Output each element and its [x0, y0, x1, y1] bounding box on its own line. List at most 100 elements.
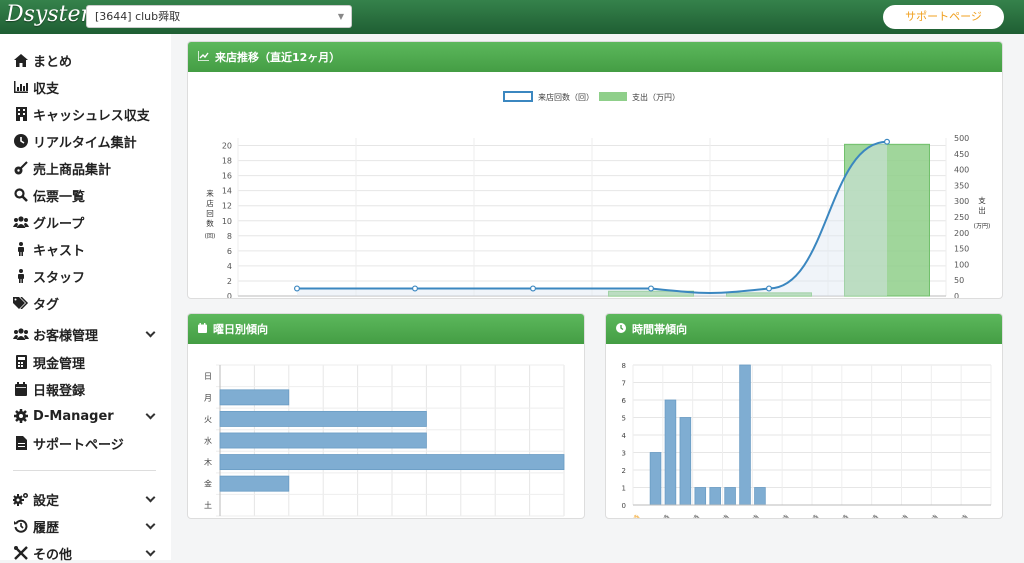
timeband-bar	[679, 417, 692, 506]
sidebar-item-label: 収支	[33, 81, 60, 97]
legend-swatch-visits	[503, 91, 533, 102]
y-tick-label-left: 2	[227, 277, 232, 286]
sidebar-item-sales-items[interactable]: 売上商品集計	[13, 158, 158, 178]
timeband-bar	[649, 452, 662, 506]
sidebar-item-d-manager[interactable]: D-Manager	[13, 406, 158, 426]
sidebar-item-cash[interactable]: 現金管理	[13, 352, 158, 372]
sidebar-item-label: 現金管理	[33, 356, 86, 372]
y-tick-label: 0	[622, 502, 626, 510]
home-icon	[13, 52, 29, 68]
x-tick-label: 16時	[686, 514, 702, 519]
sidebar-item-other[interactable]: その他	[13, 543, 158, 563]
weekday-bar	[219, 475, 290, 492]
timeband-bar	[754, 487, 766, 506]
sidebar-item-staff[interactable]: スタッフ	[13, 266, 158, 286]
y-tick-label: 7	[622, 380, 626, 388]
sidebar-item-group[interactable]: グループ	[13, 212, 158, 232]
y-tick-label-left: 4	[227, 262, 232, 271]
y-tick-label-right: 300	[954, 197, 969, 206]
sidebar-item-label: サポートページ	[33, 437, 124, 453]
x-tick-label: 8時	[927, 514, 940, 519]
sidebar-item-label: リアルタイム集計	[33, 135, 137, 151]
sidebar-item-customers[interactable]: お客様管理	[13, 324, 158, 344]
y-axis-title-right: 支	[978, 195, 986, 205]
legend-swatch-spend	[599, 92, 627, 101]
weekday-bar	[219, 389, 290, 406]
visits-point	[412, 285, 419, 292]
visits-point	[293, 285, 300, 292]
y-tick-label-left: 6	[227, 247, 232, 256]
timeband-bar	[709, 487, 721, 506]
sidebar-item-label: 設定	[33, 493, 60, 509]
sidebar-item-label: 伝票一覧	[33, 189, 86, 205]
y-tick-label: 8	[622, 362, 626, 370]
y-tick-label-left: 16	[222, 172, 232, 181]
caret-down-icon: ▼	[337, 12, 344, 21]
y-tick-label-left: 14	[222, 187, 232, 196]
sidebar-item-label: キャスト	[33, 243, 86, 259]
panel-title: 来店推移（直近12ヶ月）	[215, 51, 341, 64]
person-icon	[13, 241, 29, 257]
calculator-icon	[13, 354, 29, 370]
chevron-down-icon	[145, 546, 156, 557]
y-tick-label-left: 20	[222, 142, 232, 151]
sidebar-divider	[13, 470, 156, 471]
legend-label-spend: 支出（万円）	[632, 92, 680, 102]
y-tick-label: 1	[622, 485, 626, 493]
y-tick-label-right: 450	[954, 150, 969, 159]
x-tick-label: 20時	[746, 514, 762, 519]
panel-header: 来店推移（直近12ヶ月）	[188, 42, 1002, 72]
sidebar-item-label: お客様管理	[33, 328, 99, 344]
weekday-chart: 012345678910日月火水木金土	[204, 364, 565, 517]
clock-icon	[13, 133, 29, 149]
sidebar-item-history[interactable]: 履歴	[13, 516, 158, 536]
sidebar-item-balance[interactable]: 収支	[13, 77, 158, 97]
panel-header: 曜日別傾向	[188, 314, 584, 344]
sidebar-item-realtime[interactable]: リアルタイム集計	[13, 131, 158, 151]
gear-icon	[13, 408, 29, 424]
y-tick-label-left: 18	[222, 157, 232, 166]
y-tick-label: 3	[622, 450, 626, 458]
x-tick-label: 6時	[897, 514, 910, 519]
sidebar-item-settings[interactable]: 設定	[13, 489, 158, 509]
y-tick-label: 水	[204, 436, 212, 446]
tools-icon	[13, 545, 29, 561]
history-icon	[13, 518, 29, 534]
y-axis-title-left: 来	[206, 189, 214, 198]
timeband-bar	[724, 487, 736, 506]
chevron-down-icon	[145, 519, 156, 530]
panel-title: 時間帯傾向	[632, 323, 687, 336]
sidebar-item-label: グループ	[33, 216, 85, 232]
store-select-value: [3644] club舜取	[95, 10, 181, 23]
y-tick-label: 金	[204, 479, 212, 489]
store-select[interactable]: [3644] club舜取 ▼	[86, 5, 352, 28]
x-tick-label: 18時	[716, 514, 732, 519]
sidebar-item-tags[interactable]: タグ	[13, 293, 158, 313]
timeband-chart: 0 1 2 3 4 5 6 7 8 12時 14時 16時 18時 20時 22時 0時 2時 4時 6時 8時 10時	[622, 362, 992, 519]
sidebar-item-cashless[interactable]: キャッシュレス収支	[13, 104, 158, 124]
sidebar-item-support[interactable]: サポートページ	[13, 433, 158, 453]
tags-icon	[13, 295, 29, 311]
y-axis-title-right: 出	[978, 205, 986, 215]
sidebar-item-summary[interactable]: まとめ	[13, 50, 158, 70]
sidebar-item-slips[interactable]: 伝票一覧	[13, 185, 158, 205]
y-tick-label-right: 350	[954, 181, 969, 190]
sidebar-item-cast[interactable]: キャスト	[13, 239, 158, 259]
y-axis-title-left: 数	[206, 218, 214, 228]
y-axis-title-left: 回	[206, 209, 214, 218]
sidebar-item-daily-report[interactable]: 日報登録	[13, 379, 158, 399]
y-tick-label: 土	[204, 500, 212, 510]
y-tick-label: 木	[204, 457, 212, 467]
support-page-button[interactable]: サポートページ	[883, 5, 1004, 29]
y-tick-label: 日	[204, 372, 212, 381]
visits-point	[648, 285, 655, 292]
users-icon	[13, 214, 29, 230]
y-tick-label: 月	[204, 393, 212, 402]
sidebar-item-label: スタッフ	[33, 270, 86, 286]
clock-icon	[616, 322, 626, 336]
y-tick-label-right: 250	[954, 213, 969, 222]
x-tick-label: 14時	[656, 514, 672, 519]
y-tick-label-left: 12	[222, 202, 232, 211]
visits-trend-panel: 来店推移（直近12ヶ月） 0 2 4 6 8 10 12 14 16 18 20 0 50 100 150 2…	[187, 41, 1003, 299]
bar-chart-icon	[13, 79, 29, 95]
